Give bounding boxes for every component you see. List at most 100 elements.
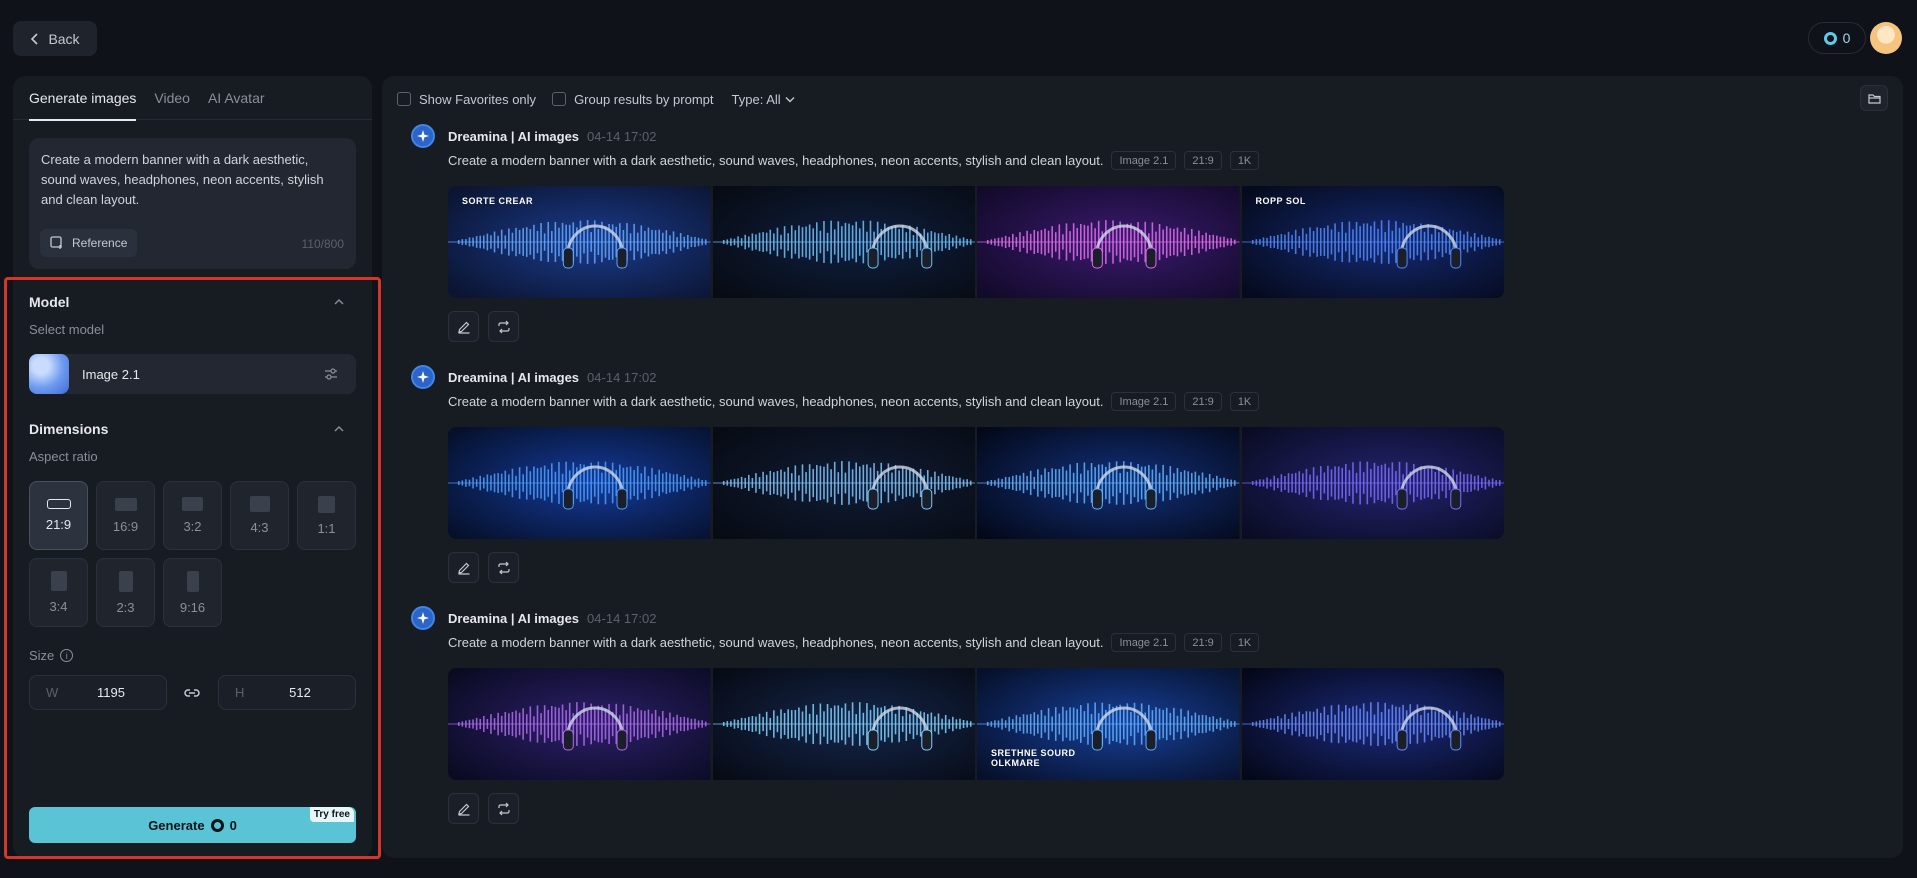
show-favorites-checkbox[interactable]: Show Favorites only [397, 92, 536, 107]
pencil-icon [457, 803, 469, 816]
group-header: Dreamina | AI images 04-14 17:02 [411, 124, 656, 148]
info-icon[interactable]: i [60, 649, 74, 662]
height-value[interactable]: 512 [275, 685, 325, 700]
ratio-label: 3:4 [49, 599, 68, 614]
prompt-input[interactable]: Create a modern banner with a dark aesth… [29, 138, 356, 269]
link-icon[interactable] [183, 685, 201, 701]
ratio-3-2[interactable]: 3:2 [163, 481, 222, 550]
height-prefix: H [235, 685, 245, 700]
ratio-1-1[interactable]: 1:1 [297, 481, 356, 550]
pencil-icon [457, 562, 469, 575]
group-prompt-text[interactable]: Create a modern banner with a dark aesth… [448, 394, 1103, 409]
ratio-shape [186, 570, 199, 592]
result-image[interactable] [712, 427, 975, 539]
chevron-up-icon[interactable] [333, 298, 345, 306]
folder-button[interactable] [1860, 85, 1888, 111]
result-image[interactable]: SORTE CREAR [448, 186, 711, 298]
chevron-down-icon [785, 96, 795, 102]
type-filter-dropdown[interactable]: Type: All [732, 92, 795, 107]
ratio-21-9[interactable]: 21:9 [29, 481, 88, 550]
ratio-shape [318, 495, 335, 513]
regenerate-button[interactable] [488, 552, 519, 583]
result-image[interactable] [448, 668, 711, 780]
width-value[interactable]: 1195 [86, 685, 136, 700]
width-field[interactable]: W 1195 [29, 675, 167, 710]
result-image[interactable] [448, 427, 711, 539]
edit-prompt-button[interactable] [448, 552, 479, 583]
ratio-3-4[interactable]: 3:4 [29, 558, 88, 627]
ratio-shape [249, 496, 270, 512]
regenerate-button[interactable] [488, 311, 519, 342]
result-image[interactable] [1241, 668, 1504, 780]
size-label-text: Size [29, 648, 55, 663]
group-prompt-row: Create a modern banner with a dark aesth… [448, 392, 1260, 411]
regenerate-button[interactable] [488, 793, 519, 824]
result-image[interactable]: ROPP SOL [1241, 186, 1504, 298]
group-tag: Image 2.1 [1111, 151, 1177, 170]
checkbox-box[interactable] [397, 92, 411, 106]
group-title: Dreamina | AI images [448, 610, 580, 626]
dreamina-bot-icon [411, 124, 435, 148]
model-select[interactable]: Image 2.1 [29, 354, 356, 394]
prompt-text[interactable]: Create a modern banner with a dark aesth… [41, 150, 336, 210]
group-prompt-row: Create a modern banner with a dark aesth… [448, 633, 1260, 652]
result-image[interactable]: SRETHNE SOURD OLKMARE [977, 668, 1240, 780]
group-timestamp: 04-14 17:02 [587, 369, 657, 385]
tab-generate-images[interactable]: Generate images [29, 76, 137, 121]
image-results: SRETHNE SOURD OLKMARE [448, 668, 1504, 780]
chevron-up-icon[interactable] [333, 425, 345, 433]
tab-video[interactable]: Video [154, 76, 190, 120]
type-filter-label: Type: All [731, 91, 781, 107]
image-overlay-text: SRETHNE SOURD OLKMARE [991, 748, 1076, 768]
edit-prompt-button[interactable] [448, 793, 479, 824]
checkbox-box[interactable] [552, 92, 567, 106]
group-timestamp: 04-14 17:02 [587, 610, 657, 626]
group-tag: 21:9 [1184, 392, 1222, 411]
group-tag: 1K [1229, 633, 1260, 652]
generate-button[interactable]: Generate 0 Try free [29, 807, 356, 843]
edit-prompt-button[interactable] [448, 311, 479, 342]
pencil-icon [457, 321, 469, 334]
ratio-16-9[interactable]: 16:9 [96, 481, 155, 550]
group-header: Dreamina | AI images 04-14 17:02 [411, 606, 656, 630]
mode-tabs: Generate images Video AI Avatar [13, 76, 372, 121]
result-image[interactable] [977, 427, 1240, 539]
try-free-badge: Try free [309, 807, 354, 822]
ratio-label: 2:3 [116, 599, 135, 615]
group-prompt-text[interactable]: Create a modern banner with a dark aesth… [448, 153, 1103, 168]
group-by-prompt-checkbox[interactable]: Group results by prompt [552, 91, 714, 107]
result-image[interactable] [712, 668, 975, 780]
repeat-icon [497, 320, 510, 333]
result-image[interactable] [712, 186, 975, 298]
group-by-prompt-label: Group results by prompt [574, 91, 714, 107]
ratio-2-3[interactable]: 2:3 [96, 558, 155, 627]
result-image[interactable] [977, 186, 1240, 298]
credit-icon [210, 818, 224, 832]
result-image[interactable] [1241, 427, 1504, 539]
model-section-title: Model [29, 294, 70, 310]
reference-button[interactable]: Reference [40, 229, 138, 257]
back-button[interactable]: Back [13, 21, 97, 56]
group-prompt-text[interactable]: Create a modern banner with a dark aesth… [448, 635, 1103, 650]
group-actions [448, 793, 519, 824]
image-overlay-text: ROPP SOL [1255, 196, 1306, 206]
model-name: Image 2.1 [82, 366, 140, 382]
width-prefix: W [46, 685, 59, 700]
height-field[interactable]: H 512 [218, 675, 356, 710]
aspect-ratio-label: Aspect ratio [29, 449, 98, 464]
generate-cost: 0 [229, 817, 237, 833]
ratio-label: 4:3 [250, 520, 269, 535]
sliders-icon[interactable] [324, 367, 338, 381]
credits-badge[interactable]: 0 [1808, 22, 1866, 54]
avatar[interactable] [1870, 22, 1902, 54]
group-title: Dreamina | AI images [448, 128, 580, 144]
folder-icon [1867, 93, 1881, 104]
group-timestamp: 04-14 17:02 [587, 128, 657, 144]
group-tag: Image 2.1 [1111, 392, 1177, 411]
ratio-label: 9:16 [179, 599, 206, 615]
group-header: Dreamina | AI images 04-14 17:02 [411, 365, 656, 389]
tab-ai-avatar[interactable]: AI Avatar [208, 76, 265, 120]
image-overlay-text: SORTE CREAR [462, 196, 534, 206]
ratio-4-3[interactable]: 4:3 [230, 481, 289, 550]
ratio-9-16[interactable]: 9:16 [163, 558, 222, 627]
